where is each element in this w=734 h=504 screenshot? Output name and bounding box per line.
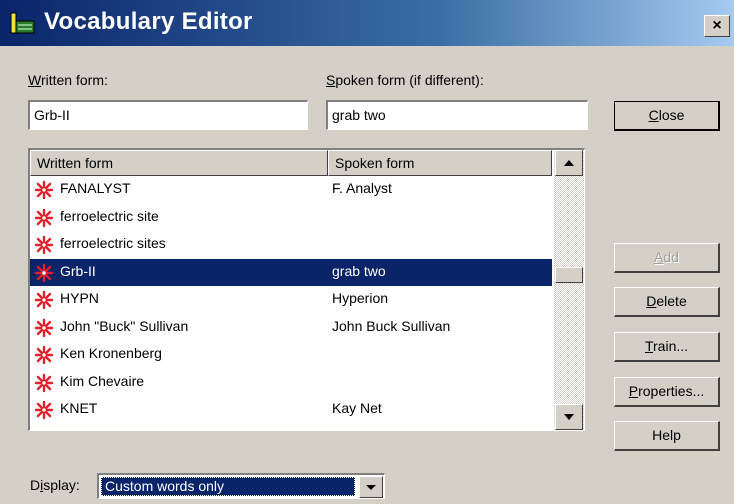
custom-word-icon <box>34 345 54 365</box>
written-form-cell: Ken Kronenberg <box>60 345 162 361</box>
spoken-form-label: Spoken form (if different): <box>326 72 484 88</box>
display-dropdown[interactable]: Custom words only <box>97 473 385 499</box>
written-form-input[interactable]: Grb-II <box>28 100 308 130</box>
train-button[interactable]: Train... <box>614 332 720 362</box>
list-rows: FANALYST F. Analyst ferroelectric site ferr… <box>30 176 552 424</box>
title-bar[interactable]: Vocabulary Editor × <box>0 0 734 46</box>
written-form-cell: HYPN <box>60 290 99 306</box>
written-form-cell: Kim Chevaire <box>60 372 145 389</box>
custom-word-icon <box>34 290 54 310</box>
window-title: Vocabulary Editor <box>44 8 253 35</box>
written-form-cell: ferroelectric sites <box>60 235 166 251</box>
list-item[interactable]: Grb-II grab two <box>30 258 552 286</box>
custom-word-icon <box>34 180 54 200</box>
vocabulary-editor-app-icon <box>10 12 35 34</box>
written-form-cell: ferroelectric site <box>60 207 159 224</box>
arrow-down-icon <box>564 414 574 420</box>
add-button[interactable]: Add <box>614 243 720 273</box>
properties-button[interactable]: Properties... <box>614 377 720 407</box>
scroll-thumb[interactable] <box>555 267 583 283</box>
spoken-form-cell: Hyperion <box>332 290 389 306</box>
window-close-button[interactable]: × <box>704 15 730 37</box>
custom-word-icon <box>34 318 54 337</box>
written-form-cell: FANALYST <box>60 180 131 196</box>
list-header: Written form Spoken form <box>30 150 552 176</box>
custom-word-icon <box>34 235 54 255</box>
arrow-up-icon <box>564 160 574 166</box>
custom-word-icon <box>34 373 54 392</box>
column-header-spoken-form[interactable]: Spoken form <box>328 150 552 176</box>
chevron-down-icon <box>366 485 376 490</box>
list-item[interactable]: Kim Chevaire <box>30 369 552 397</box>
display-dropdown-button[interactable] <box>359 476 383 498</box>
custom-word-icon <box>34 263 54 282</box>
list-item[interactable]: ferroelectric site <box>30 204 552 232</box>
list-item[interactable]: John "Buck" Sullivan John Buck Sullivan <box>30 314 552 342</box>
display-selected-value: Custom words only <box>101 477 355 496</box>
list-item[interactable]: Ken Kronenberg <box>30 341 552 369</box>
spoken-form-cell: F. Analyst <box>332 180 392 196</box>
spoken-form-cell: Kay Net <box>332 400 382 416</box>
close-icon: × <box>712 17 722 34</box>
written-form-cell: KNET <box>60 400 98 416</box>
custom-word-icon <box>34 208 54 227</box>
scroll-down-button[interactable] <box>555 404 583 430</box>
spoken-form-input[interactable]: grab two <box>326 100 588 130</box>
close-button[interactable]: Close <box>614 101 720 131</box>
list-item[interactable]: FANALYST F. Analyst <box>30 176 552 204</box>
written-form-cell: John "Buck" Sullivan <box>60 317 189 334</box>
display-label: Display: <box>30 477 80 493</box>
written-form-label: Written form: <box>28 72 108 88</box>
list-item[interactable]: KNET Kay Net <box>30 396 552 424</box>
spoken-form-cell: grab two <box>332 262 386 279</box>
help-button[interactable]: Help <box>614 421 720 451</box>
scroll-up-button[interactable] <box>555 150 583 176</box>
list-item[interactable]: HYPN Hyperion <box>30 286 552 314</box>
vocabulary-list[interactable]: Written form Spoken form FANALYST F. Anal… <box>28 148 585 431</box>
custom-word-icon <box>34 400 54 420</box>
list-item[interactable]: ferroelectric sites <box>30 231 552 259</box>
written-form-cell: Grb-II <box>60 262 96 279</box>
delete-button[interactable]: Delete <box>614 287 720 317</box>
spoken-form-cell: John Buck Sullivan <box>332 317 451 334</box>
column-header-written-form[interactable]: Written form <box>30 150 328 176</box>
vertical-scrollbar[interactable] <box>554 150 584 430</box>
